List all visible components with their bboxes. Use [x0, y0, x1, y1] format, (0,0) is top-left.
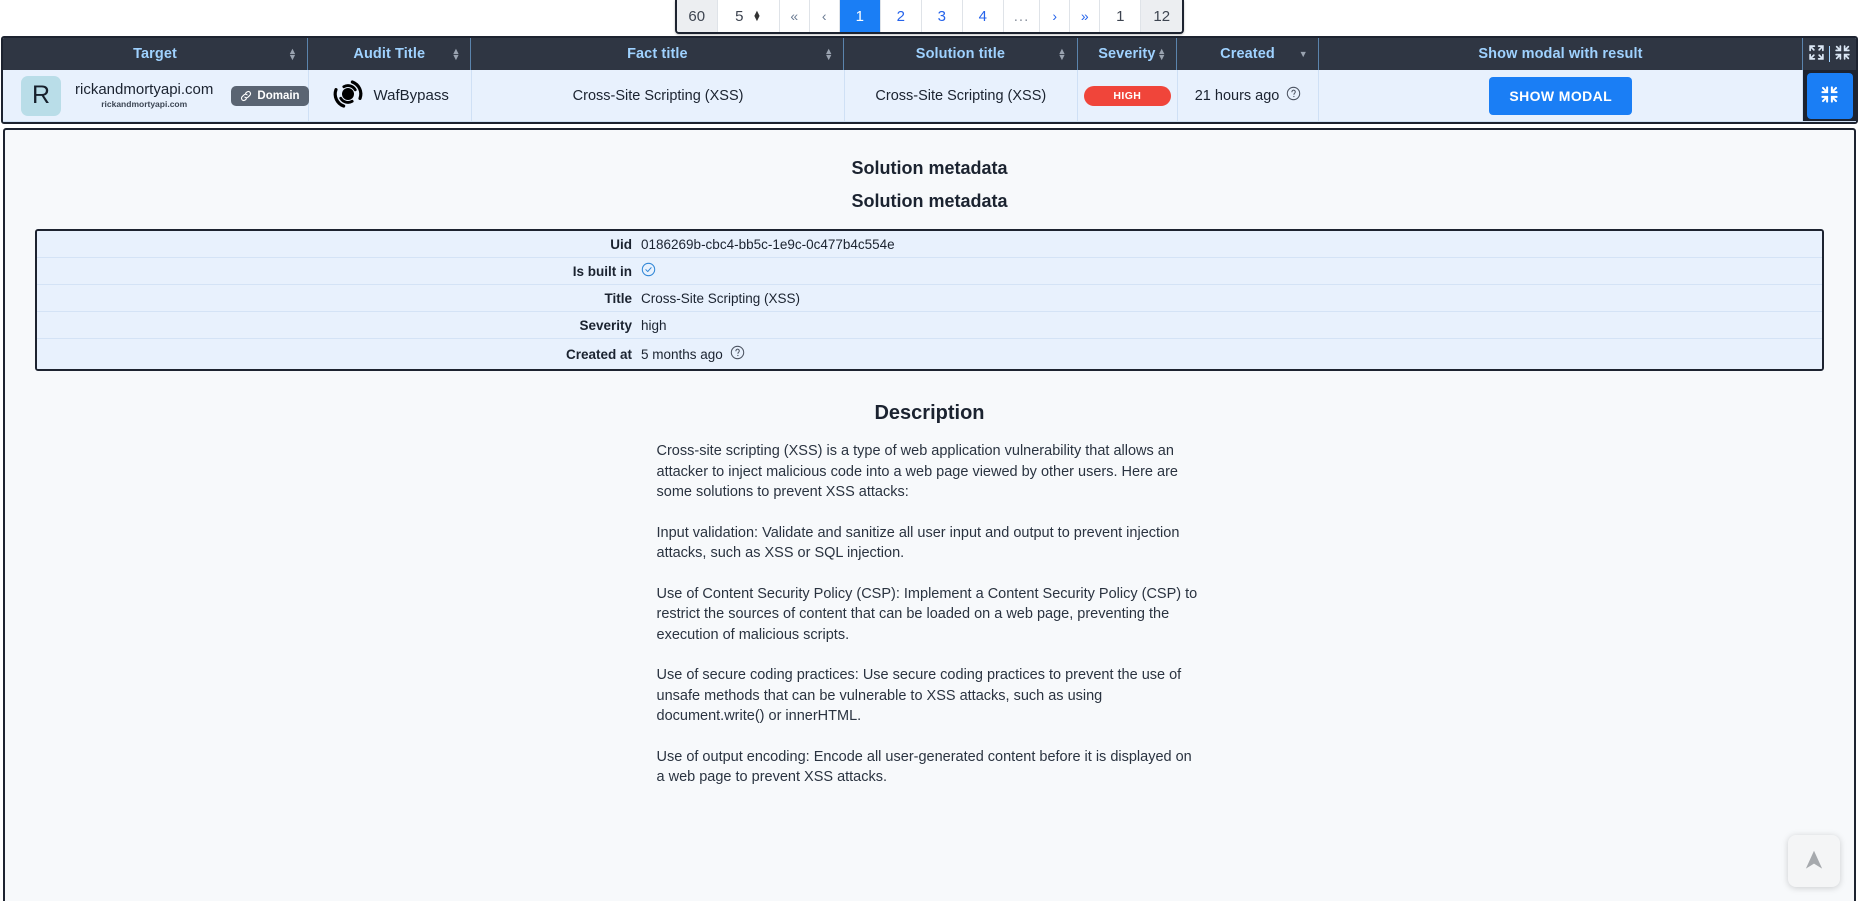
metadata-value: 5 months ago: [641, 345, 1822, 363]
column-label: Fact title: [627, 46, 688, 62]
table-row[interactable]: R rickandmortyapi.com rickandmortyapi.co…: [3, 70, 1856, 122]
metadata-row-severity: Severity high: [37, 312, 1822, 339]
expand-all-icon[interactable]: [1808, 44, 1825, 65]
sort-icon[interactable]: ▲ ▼: [1058, 47, 1067, 62]
cell-created: 21 hours ago: [1178, 70, 1320, 121]
target-name: rickandmortyapi.com: [75, 80, 214, 98]
column-header-expand-controls: [1803, 38, 1856, 70]
pagination-bar: 60 5 ▲ ▼ « ‹ 1 2 3 4 ... › » 1 12: [0, 0, 1859, 36]
table-header-row: Target ▲ ▼ Audit Title ▲ ▼ Fact title ▲ ▼ S…: [3, 38, 1856, 70]
column-label: Solution title: [915, 46, 1005, 62]
panel-subtitle: Solution metadata: [851, 191, 1008, 211]
cell-audit-title: WafBypass: [309, 70, 473, 121]
description-body: Cross-site scripting (XSS) is a type of …: [657, 441, 1203, 788]
description-paragraph: Cross-site scripting (XSS) is a type of …: [656, 443, 1178, 500]
sort-icon[interactable]: ▲ ▼: [288, 47, 297, 62]
column-header-created[interactable]: Created ▼: [1177, 38, 1319, 70]
status-badge: HIGH: [1083, 85, 1171, 106]
page-size-value: 5: [735, 7, 744, 25]
cell-collapse-row: [1803, 70, 1856, 121]
pagination-total-pages: 12: [1141, 0, 1183, 32]
wafbypass-icon: [332, 78, 364, 114]
stepper-arrows-icon[interactable]: ▲ ▼: [752, 9, 761, 23]
metadata-key: Severity: [579, 317, 632, 333]
description-paragraph: Use of output encoding: Encode all user-…: [656, 748, 1192, 786]
pagination-prev-button[interactable]: ‹: [809, 0, 840, 32]
audit-title: WafBypass: [373, 87, 449, 104]
metadata-value-text: 5 months ago: [641, 346, 723, 362]
metadata-value: 0186269b-cbc4-bb5c-1e9c-0c477b4c554e: [641, 236, 895, 252]
description-paragraph: Use of Content Security Policy (CSP): Im…: [656, 585, 1198, 643]
column-header-severity[interactable]: Severity ▲ ▼: [1078, 38, 1178, 70]
pagination-current-page: 1: [1100, 0, 1142, 32]
metadata-value: [641, 262, 1822, 280]
pagination-page-2[interactable]: 2: [880, 0, 922, 32]
pagination-page-3[interactable]: 3: [921, 0, 963, 32]
cell-fact-title: Cross-Site Scripting (XSS): [472, 70, 845, 121]
pagination-next-button[interactable]: ›: [1040, 0, 1071, 32]
chip-label: Domain: [257, 89, 300, 102]
column-label: Audit Title: [353, 46, 426, 62]
pagination-last-button[interactable]: »: [1070, 0, 1101, 32]
results-table: Target ▲ ▼ Audit Title ▲ ▼ Fact title ▲ ▼ S…: [1, 36, 1858, 124]
solution-detail-panel: Solution metadata Solution metadata Uid …: [3, 128, 1856, 901]
divider: [1829, 46, 1831, 62]
question-circle-icon[interactable]: [1286, 86, 1301, 105]
pagination-first-button[interactable]: «: [779, 0, 810, 32]
pagination-ellipsis: ...: [1003, 0, 1041, 32]
metadata-value: high: [641, 317, 667, 333]
description-heading: Description: [874, 402, 985, 424]
pagination-page-1[interactable]: 1: [839, 0, 881, 32]
link-icon: [240, 90, 252, 102]
metadata-key: Uid: [610, 236, 632, 252]
pagination-total-count: 60: [676, 0, 718, 32]
created-text: 21 hours ago: [1194, 87, 1280, 104]
column-header-fact-title[interactable]: Fact title ▲ ▼: [471, 38, 845, 70]
metadata-key: Title: [604, 290, 632, 306]
pagination[interactable]: 60 5 ▲ ▼ « ‹ 1 2 3 4 ... › » 1 12: [674, 0, 1185, 34]
cell-target: R rickandmortyapi.com rickandmortyapi.co…: [3, 70, 309, 121]
sort-icon[interactable]: ▲ ▼: [1157, 47, 1166, 62]
metadata-row-uid: Uid 0186269b-cbc4-bb5c-1e9c-0c477b4c554e: [37, 231, 1822, 258]
metadata-key: Is built in: [572, 263, 632, 279]
sort-icon[interactable]: ▲ ▼: [451, 47, 460, 62]
column-label: Severity: [1098, 46, 1156, 62]
page-size-stepper[interactable]: 5 ▲ ▼: [717, 0, 780, 32]
panel-title: Solution metadata: [851, 158, 1008, 178]
column-label: Created: [1220, 46, 1275, 62]
metadata-row-is-built-in: Is built in: [37, 258, 1822, 285]
column-header-show-modal: Show modal with result: [1319, 38, 1804, 70]
cell-show-modal: SHOW MODAL: [1319, 70, 1804, 121]
collapse-all-icon[interactable]: [1834, 44, 1851, 65]
column-label: Show modal with result: [1478, 46, 1643, 62]
collapse-icon: [1820, 85, 1839, 107]
cell-solution-title: Cross-Site Scripting (XSS): [845, 70, 1078, 121]
metadata-value: Cross-Site Scripting (XSS): [641, 290, 801, 306]
description-paragraph: Use of secure coding practices: Use secu…: [656, 667, 1182, 724]
target-subtitle: rickandmortyapi.com: [101, 99, 188, 110]
arrow-up-icon: [1801, 847, 1827, 876]
cell-severity: HIGH: [1078, 70, 1178, 121]
pagination-page-4[interactable]: 4: [962, 0, 1004, 32]
description-paragraph: Input validation: Validate and sanitize …: [656, 524, 1180, 562]
scroll-to-top-button[interactable]: [1788, 835, 1840, 887]
metadata-row-title: Title Cross-Site Scripting (XSS): [37, 285, 1822, 312]
column-header-solution-title[interactable]: Solution title ▲ ▼: [844, 38, 1078, 70]
metadata-row-created-at: Created at 5 months ago: [37, 339, 1822, 369]
collapse-row-button[interactable]: [1806, 72, 1853, 119]
check-circle-icon: [641, 262, 656, 280]
sort-icon-desc-active[interactable]: ▼: [1299, 50, 1308, 59]
sort-icon[interactable]: ▲ ▼: [824, 47, 833, 62]
metadata-key: Created at: [565, 346, 632, 362]
target-type-chip: Domain: [231, 85, 309, 106]
metadata-table: Uid 0186269b-cbc4-bb5c-1e9c-0c477b4c554e…: [35, 229, 1824, 371]
question-circle-icon[interactable]: [730, 345, 745, 363]
column-label: Target: [133, 46, 177, 62]
column-header-target[interactable]: Target ▲ ▼: [3, 38, 309, 70]
column-header-audit-title[interactable]: Audit Title ▲ ▼: [308, 38, 472, 70]
avatar: R: [21, 75, 61, 116]
show-modal-button[interactable]: SHOW MODAL: [1489, 76, 1633, 115]
